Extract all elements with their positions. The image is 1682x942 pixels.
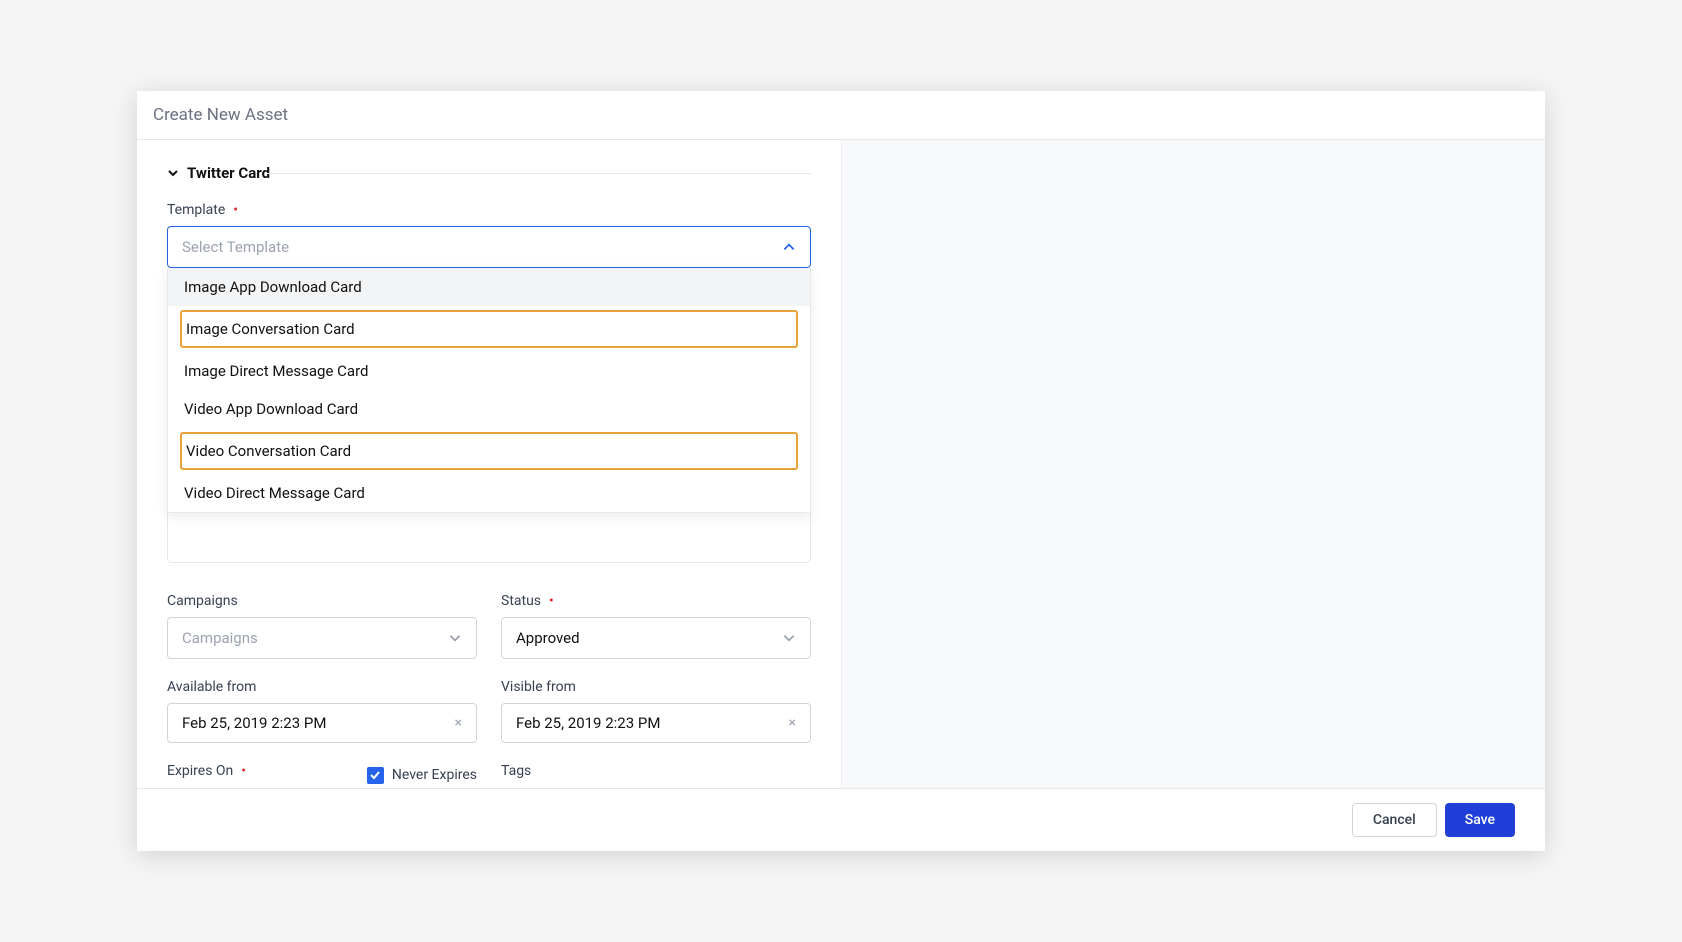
template-option[interactable]: Image Conversation Card <box>180 310 798 348</box>
clear-icon[interactable]: × <box>789 715 796 731</box>
tags-field: Tags Tags <box>501 763 811 788</box>
status-value: Approved <box>516 629 580 647</box>
available-visible-row: Available from Feb 25, 2019 2:23 PM × Vi… <box>167 679 811 743</box>
chevron-down-icon <box>782 631 796 645</box>
form-panel: Twitter Card Template Select Template Im… <box>137 140 841 788</box>
available-from-field: Available from Feb 25, 2019 2:23 PM × <box>167 679 477 743</box>
template-label: Template <box>167 202 811 218</box>
campaigns-label: Campaigns <box>167 593 477 609</box>
tags-label: Tags <box>501 763 531 779</box>
status-field: Status Approved <box>501 593 811 659</box>
campaigns-placeholder: Campaigns <box>182 629 258 647</box>
expires-on-field: Expires On Never Expires January 1, 2040… <box>167 763 477 788</box>
visible-from-label: Visible from <box>501 679 811 695</box>
visible-from-value: Feb 25, 2019 2:23 PM <box>516 714 660 732</box>
template-option[interactable]: Video App Download Card <box>168 390 810 428</box>
section-title: Twitter Card <box>187 164 270 182</box>
status-select[interactable]: Approved <box>501 617 811 659</box>
visible-from-field: Visible from Feb 25, 2019 2:23 PM × <box>501 679 811 743</box>
preview-panel <box>841 140 1545 788</box>
template-option[interactable]: Video Direct Message Card <box>168 474 810 512</box>
expires-on-label: Expires On <box>167 763 246 779</box>
template-option[interactable]: Image App Download Card <box>168 268 810 306</box>
campaigns-field: Campaigns Campaigns <box>167 593 477 659</box>
campaigns-status-row: Campaigns Campaigns Status Approved <box>167 593 811 659</box>
never-expires-label: Never Expires <box>392 767 477 783</box>
modal-footer: Cancel Save <box>137 788 1545 851</box>
expires-tags-row: Expires On Never Expires January 1, 2040… <box>167 763 811 788</box>
modal-body: Twitter Card Template Select Template Im… <box>137 140 1545 788</box>
template-dropdown-list: Image App Download Card Image Conversati… <box>167 268 811 513</box>
template-option[interactable]: Video Conversation Card <box>180 432 798 470</box>
template-field: Template Select Template Image App Downl… <box>167 202 811 268</box>
cancel-button[interactable]: Cancel <box>1352 803 1437 837</box>
chevron-up-icon <box>782 240 796 254</box>
campaigns-select[interactable]: Campaigns <box>167 617 477 659</box>
clear-icon[interactable]: × <box>455 715 462 731</box>
chevron-down-icon <box>448 631 462 645</box>
modal-header: Create New Asset <box>137 91 1545 140</box>
template-select[interactable]: Select Template <box>167 226 811 268</box>
available-from-input[interactable]: Feb 25, 2019 2:23 PM × <box>167 703 477 743</box>
available-from-label: Available from <box>167 679 477 695</box>
modal-title: Create New Asset <box>153 105 1529 125</box>
template-placeholder: Select Template <box>182 238 289 256</box>
create-asset-modal: Create New Asset Twitter Card Template S… <box>137 91 1545 851</box>
available-from-value: Feb 25, 2019 2:23 PM <box>182 714 326 732</box>
section-header[interactable]: Twitter Card <box>167 164 811 182</box>
visible-from-input[interactable]: Feb 25, 2019 2:23 PM × <box>501 703 811 743</box>
never-expires-checkbox[interactable] <box>367 767 384 784</box>
template-dropdown-wrapper: Select Template Image App Download Card … <box>167 226 811 268</box>
chevron-down-icon <box>167 167 179 179</box>
save-button[interactable]: Save <box>1445 803 1515 837</box>
template-option[interactable]: Image Direct Message Card <box>168 352 810 390</box>
never-expires-wrap: Never Expires <box>367 767 477 784</box>
status-label: Status <box>501 593 811 609</box>
